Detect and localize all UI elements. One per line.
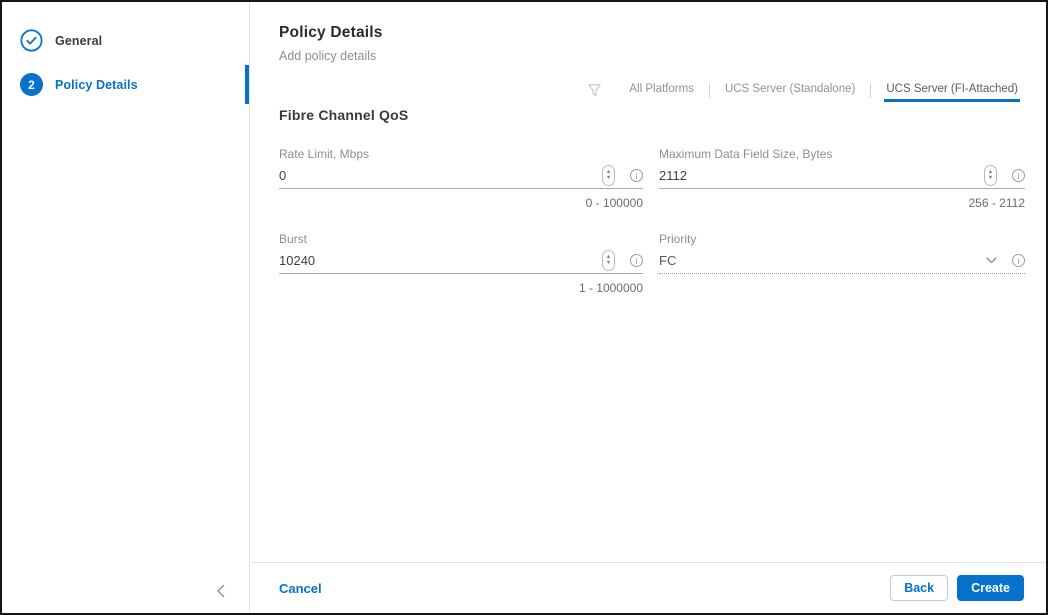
max-data-field-size-input-wrap: ▲▼ i xyxy=(659,165,1025,189)
burst-input[interactable] xyxy=(279,253,602,268)
cancel-button[interactable]: Cancel xyxy=(279,581,322,596)
step-completed-check-icon xyxy=(20,29,43,52)
rate-limit-input[interactable] xyxy=(279,168,602,183)
qos-form: Rate Limit, Mbps ▲▼ i 0 - 100000 Maximum… xyxy=(251,147,1046,295)
active-step-indicator xyxy=(245,65,249,104)
step-number-badge: 2 xyxy=(20,73,43,96)
rate-limit-field: Rate Limit, Mbps ▲▼ i 0 - 100000 xyxy=(279,147,643,210)
step-policy-details-label: Policy Details xyxy=(55,77,138,92)
burst-info-icon[interactable]: i xyxy=(630,254,643,267)
back-button[interactable]: Back xyxy=(890,575,949,601)
burst-stepper-icon[interactable]: ▲ ▼ xyxy=(602,250,615,271)
section-title-fibre-channel-qos: Fibre Channel QoS xyxy=(279,107,409,123)
priority-info-icon[interactable]: i xyxy=(1012,254,1025,267)
max-data-field-size-input[interactable] xyxy=(659,168,984,183)
policy-details-panel: Policy Details Add policy details All Pl… xyxy=(251,2,1046,613)
priority-select[interactable]: FC i xyxy=(659,253,1025,274)
rate-limit-label: Rate Limit, Mbps xyxy=(279,147,370,161)
page-subtitle: Add policy details xyxy=(279,49,377,63)
rate-limit-input-wrap: ▲▼ i xyxy=(279,165,643,189)
burst-field: Burst ▲▼ i 1 - 1000000 xyxy=(279,232,643,295)
wizard-steps-sidebar: General 2 Policy Details xyxy=(2,2,250,613)
rate-limit-info-icon[interactable]: i xyxy=(630,169,643,182)
filter-funnel-icon xyxy=(587,83,602,98)
platform-filter-tabs: All Platforms UCS Server (Standalone) UC… xyxy=(587,78,1020,102)
sidebar-item-general[interactable]: General xyxy=(20,29,102,52)
tab-ucs-server-fi-attached[interactable]: UCS Server (FI-Attached) xyxy=(884,79,1020,102)
tab-ucs-server-standalone[interactable]: UCS Server (Standalone) xyxy=(723,79,857,102)
step-general-label: General xyxy=(55,33,103,48)
collapse-sidebar-button[interactable] xyxy=(206,577,234,605)
priority-selected-value: FC xyxy=(659,253,677,268)
tab-divider xyxy=(708,82,710,98)
sidebar-item-policy-details[interactable]: 2 Policy Details xyxy=(20,73,138,96)
burst-label: Burst xyxy=(279,232,308,246)
max-data-field-size-info-icon[interactable]: i xyxy=(1012,169,1025,182)
max-data-field-size-label: Maximum Data Field Size, Bytes xyxy=(659,147,833,161)
burst-input-wrap: ▲▼ i xyxy=(279,250,643,274)
priority-field: Priority FC i xyxy=(659,232,1025,295)
max-data-field-size-field: Maximum Data Field Size, Bytes ▲▼ i 256 … xyxy=(659,147,1025,210)
priority-label: Priority xyxy=(659,232,697,246)
tab-divider xyxy=(870,82,872,98)
max-data-field-size-range-hint: 256 - 2112 xyxy=(968,196,1026,210)
page-header: Policy Details Add policy details xyxy=(251,2,1046,63)
wizard-footer: Cancel Back Create xyxy=(251,562,1046,613)
create-policy-wizard-window: General 2 Policy Details Policy Details … xyxy=(0,0,1048,615)
rate-limit-range-hint: 0 - 100000 xyxy=(585,196,643,210)
rate-limit-stepper-icon[interactable]: ▲ ▼ xyxy=(602,165,615,186)
create-button[interactable]: Create xyxy=(957,575,1024,601)
page-title: Policy Details xyxy=(279,24,383,41)
burst-range-hint: 1 - 1000000 xyxy=(578,281,643,295)
chevron-down-icon[interactable] xyxy=(986,257,997,264)
tab-all-platforms[interactable]: All Platforms xyxy=(627,79,696,102)
max-data-field-size-stepper-icon[interactable]: ▲ ▼ xyxy=(984,165,997,186)
